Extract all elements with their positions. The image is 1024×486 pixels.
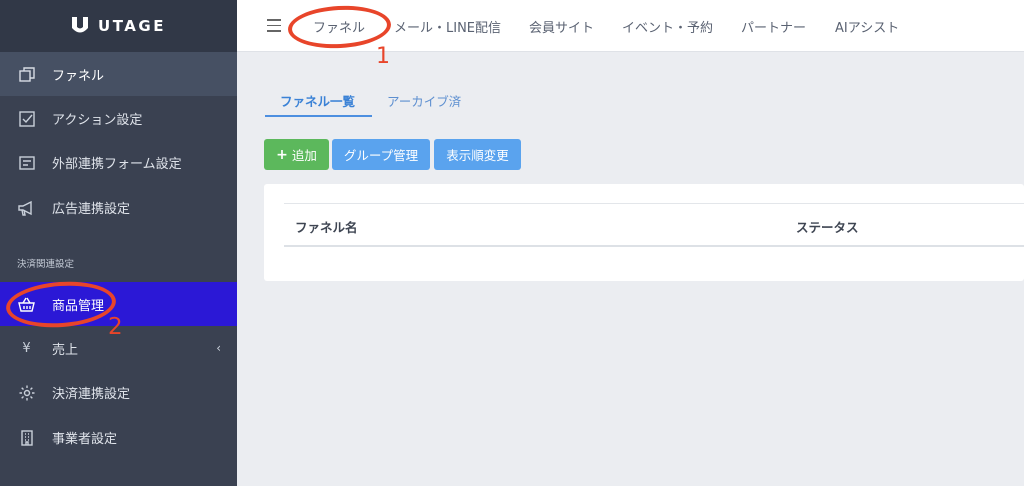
yen-icon: ¥ xyxy=(22,341,31,356)
annotation-number-two: 2 xyxy=(108,314,123,340)
copy-icon xyxy=(17,65,36,84)
sidebar-item-payment-integration[interactable]: 決済連携設定 xyxy=(0,370,237,414)
topnav-member-site[interactable]: 会員サイト xyxy=(529,17,594,36)
sidebar-item-action-settings[interactable]: アクション設定 xyxy=(0,96,237,140)
hamburger-menu-icon[interactable] xyxy=(267,19,281,32)
topnav-mail-line[interactable]: メール・LINE配信 xyxy=(394,17,501,36)
add-button[interactable]: + 追加 xyxy=(264,139,329,170)
sidebar-item-label: 事業者設定 xyxy=(52,431,118,447)
brand-name: UTAGE xyxy=(98,17,166,35)
logo-icon xyxy=(72,17,89,33)
building-icon xyxy=(17,428,36,447)
add-button-label: 追加 xyxy=(291,148,317,163)
checkbox-icon xyxy=(17,109,36,128)
tab-funnel-list[interactable]: ファネル一覧 xyxy=(280,91,355,110)
annotation-number-one: 1 xyxy=(376,44,390,69)
column-header-status[interactable]: ステータス xyxy=(796,217,859,236)
topnav-event-booking[interactable]: イベント・予約 xyxy=(622,17,713,36)
sidebar-item-label: 外部連携フォーム設定 xyxy=(52,156,182,172)
tab-archived[interactable]: アーカイブ済 xyxy=(387,91,461,110)
sidebar-item-external-form[interactable]: 外部連携フォーム設定 xyxy=(0,140,237,184)
sidebar-item-business-settings[interactable]: 事業者設定 xyxy=(0,415,237,459)
brand-logo[interactable]: UTAGE xyxy=(0,0,237,52)
topnav-partner[interactable]: パートナー xyxy=(741,17,806,36)
gear-icon xyxy=(17,383,36,402)
sidebar-item-label: 決済連携設定 xyxy=(52,386,131,402)
sidebar-item-funnel[interactable]: ファネル xyxy=(0,52,237,96)
sidebar-item-label: 売上 xyxy=(52,342,79,358)
topnav-ai-assist[interactable]: AIアシスト xyxy=(835,17,899,36)
active-tab-indicator xyxy=(265,115,372,117)
sidebar-item-label: アクション設定 xyxy=(52,112,143,128)
group-management-button[interactable]: グループ管理 xyxy=(332,139,430,170)
section-heading-payment: 決済関連設定 xyxy=(17,259,75,270)
sidebar-item-label: 広告連携設定 xyxy=(52,201,131,217)
megaphone-icon xyxy=(17,198,36,217)
plus-icon: + xyxy=(276,146,288,163)
chevron-left-icon[interactable]: ‹ xyxy=(216,341,221,355)
sidebar-item-ad-integration[interactable]: 広告連携設定 xyxy=(0,185,237,229)
form-icon xyxy=(17,153,36,172)
sidebar: UTAGE ファネル アクション設定 外部連携フォーム設定 広告連携設定 決済関… xyxy=(0,0,237,486)
column-header-funnel-name[interactable]: ファネル名 xyxy=(295,217,358,236)
table-header: ファネル名 ステータス xyxy=(284,203,1024,247)
sidebar-item-label: ファネル xyxy=(52,68,105,84)
reorder-button[interactable]: 表示順変更 xyxy=(434,139,521,170)
